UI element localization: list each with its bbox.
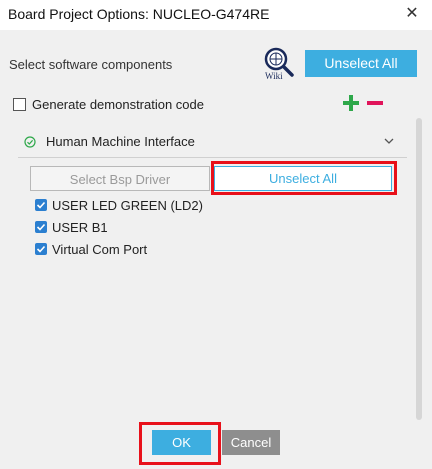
checkbox-checked[interactable] [35,199,47,211]
demo-code-checkbox[interactable] [13,97,26,111]
check-circle-icon [24,135,36,148]
checkbox-checked[interactable] [35,243,47,255]
item-label: USER B1 [52,219,108,235]
component-header[interactable]: Human Machine Interface [18,126,407,156]
unselect-all-button[interactable]: Unselect All [305,50,417,77]
checkbox-checked[interactable] [35,221,47,233]
ok-button[interactable]: OK [152,430,211,455]
close-icon[interactable]: ✕ [402,4,422,24]
plus-icon[interactable] [342,94,360,112]
window-title: Board Project Options: NUCLEO-G474RE [8,6,270,22]
list-item[interactable]: USER LED GREEN (LD2) [35,197,203,213]
list-item[interactable]: Virtual Com Port [35,241,147,257]
component-title: Human Machine Interface [46,134,195,149]
component-unselect-all-button[interactable]: Unselect All [214,166,392,191]
select-bsp-driver-button[interactable]: Select Bsp Driver [30,166,210,191]
demo-code-label: Generate demonstration code [32,96,204,112]
wiki-search-icon[interactable]: Wiki [263,47,295,81]
divider [18,157,407,158]
item-label: Virtual Com Port [52,241,148,257]
vertical-scrollbar[interactable] [416,118,422,420]
minus-icon[interactable] [366,94,384,112]
cancel-button[interactable]: Cancel [222,430,280,455]
chevron-down-icon[interactable] [383,134,395,146]
select-components-label: Select software components [9,57,173,72]
title-bar: Board Project Options: NUCLEO-G474RE ✕ [0,0,432,30]
item-label: USER LED GREEN (LD2) [52,197,203,213]
demo-code-option[interactable]: Generate demonstration code [13,95,204,113]
wiki-text: Wiki [265,71,283,81]
list-item[interactable]: USER B1 [35,219,108,235]
